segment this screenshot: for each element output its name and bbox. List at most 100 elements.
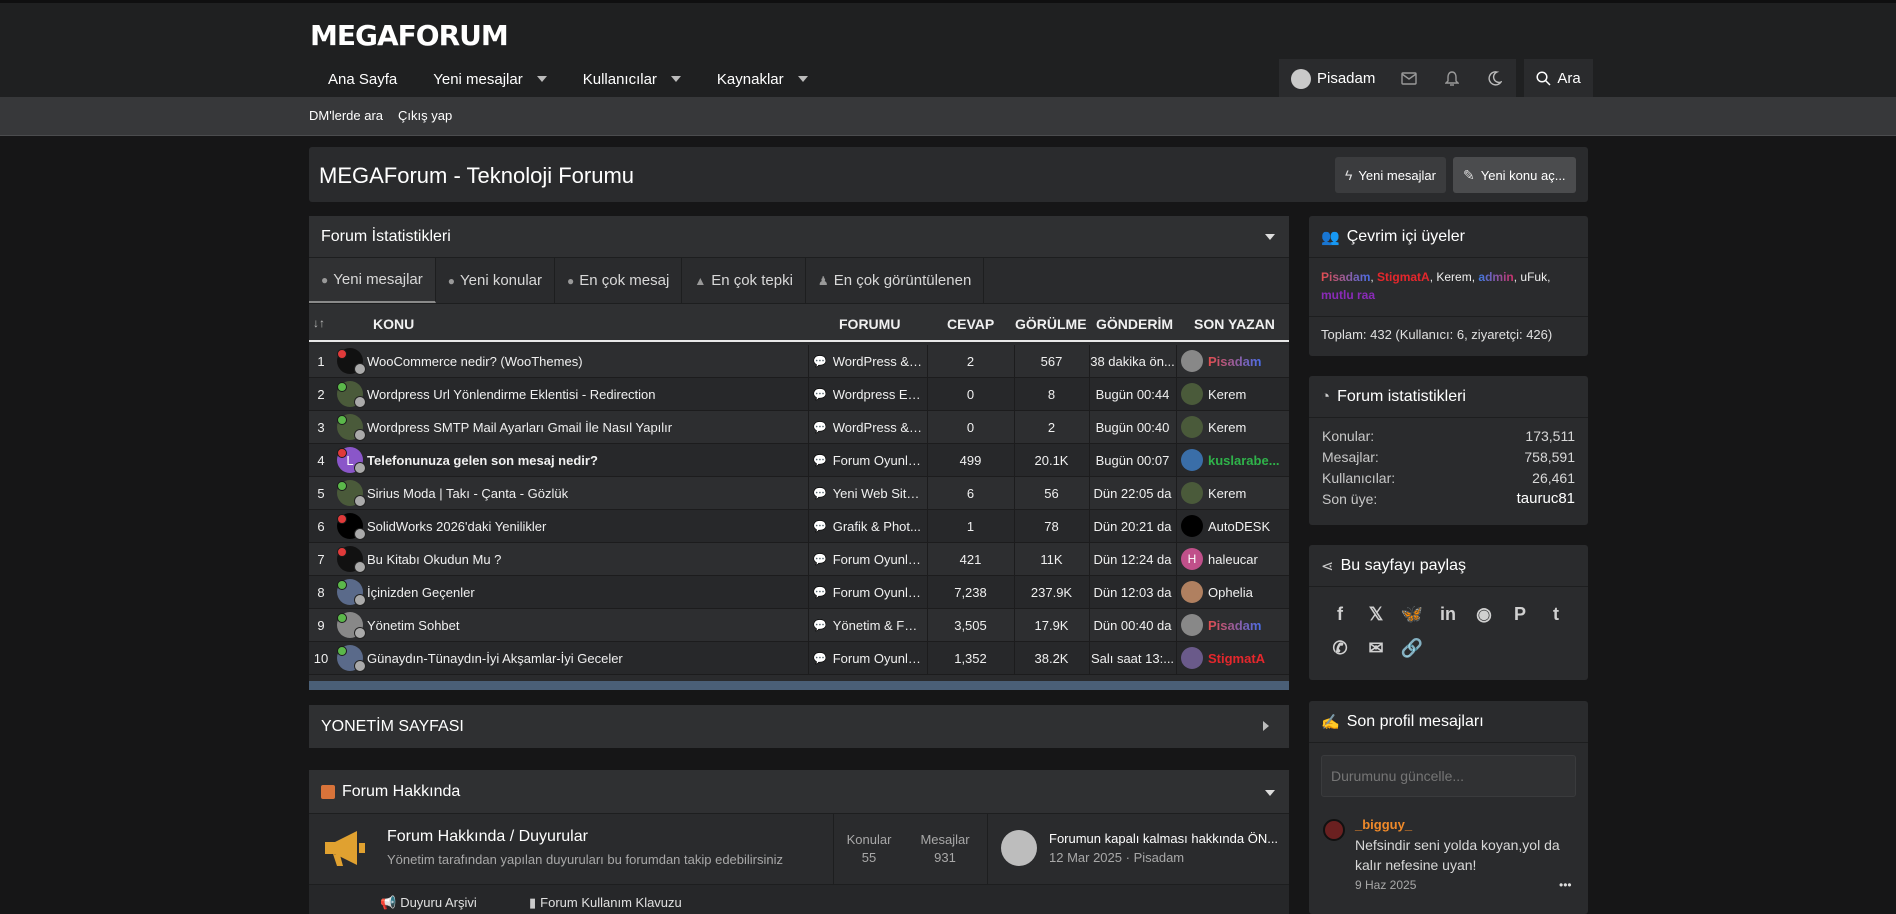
last-poster-avatar[interactable] <box>1181 482 1203 504</box>
stats-tab-0[interactable]: ● Yeni mesajlar <box>309 258 436 303</box>
nav-item-0[interactable]: Ana Sayfa <box>310 61 415 97</box>
last-post-user[interactable]: Pisadam <box>1134 850 1185 865</box>
thread-forum[interactable]: 💬 WordPress & ... <box>808 411 926 443</box>
thread-title[interactable]: Yönetim Sohbet <box>367 609 807 641</box>
last-poster-avatar[interactable] <box>1181 515 1203 537</box>
last-poster-avatar[interactable]: H <box>1181 548 1203 570</box>
last-post-title[interactable]: Forumun kapalı kalması hakkında ÖN... <box>1049 831 1278 846</box>
thread-avatar[interactable] <box>334 345 367 377</box>
site-logo[interactable]: MEGAFORUM <box>310 19 509 52</box>
sort-icon[interactable]: ↓↑ <box>313 316 325 330</box>
thread-avatar[interactable] <box>334 477 367 509</box>
table-row[interactable]: 10 Günaydın-Tünaydın-İyi Akşamlar-İyi Gec… <box>309 642 1289 675</box>
subforum-link-1[interactable]: 📢 Duyuru Arşivi <box>380 895 477 911</box>
thread-title[interactable]: İçinizden Geçenler <box>367 576 807 608</box>
nav-item-1[interactable]: Yeni mesajlar <box>415 61 565 97</box>
last-poster-name[interactable]: Ophelia <box>1208 585 1253 600</box>
stats-tab-3[interactable]: ▲ En çok tepki <box>682 258 806 303</box>
thread-forum[interactable]: 💬 Forum Oyunları <box>808 543 926 575</box>
last-poster[interactable]: AutoDESK <box>1176 510 1288 542</box>
new-posts-button[interactable]: ϟ Yeni mesajlar <box>1335 157 1446 193</box>
thread-avatar[interactable] <box>334 378 367 410</box>
thread-avatar[interactable] <box>334 609 367 641</box>
new-thread-button[interactable]: ✎ Yeni konu aç... <box>1453 157 1576 193</box>
thread-forum[interactable]: 💬 Grafik & Phot... <box>808 510 926 542</box>
table-row[interactable]: 3 Wordpress SMTP Mail Ayarları Gmail İle … <box>309 411 1289 444</box>
more-options-icon[interactable]: ••• <box>1559 878 1572 892</box>
inbox-icon[interactable] <box>1387 59 1430 98</box>
last-poster[interactable]: Ophelia <box>1176 576 1288 608</box>
collapse-icon[interactable] <box>1265 790 1275 796</box>
thread-avatar[interactable] <box>334 510 367 542</box>
forum-hakkinda-header[interactable]: Forum Hakkında <box>309 770 1289 814</box>
last-poster[interactable]: StigmatA <box>1176 642 1288 674</box>
last-poster-avatar[interactable] <box>1181 647 1203 669</box>
online-user[interactable]: Kerem <box>1436 270 1471 284</box>
last-poster[interactable]: kuslarabe... <box>1176 444 1288 476</box>
nav-item-2[interactable]: Kullanıcılar <box>565 61 699 97</box>
table-row[interactable]: 6 SolidWorks 2026'daki Yenilikler 💬 Grafik … <box>309 510 1289 543</box>
email-icon[interactable]: ✉ <box>1358 631 1394 665</box>
last-poster-avatar[interactable] <box>1181 449 1203 471</box>
last-poster-name[interactable]: AutoDESK <box>1208 519 1270 534</box>
thread-forum[interactable]: 💬 Yönetim & For... <box>808 609 926 641</box>
yonetim-panel[interactable]: YONETİM SAYFASI <box>309 705 1289 748</box>
online-user[interactable]: mutlu raa <box>1321 288 1375 302</box>
reddit-icon[interactable]: ◉ <box>1466 597 1502 631</box>
chevron-down-icon[interactable] <box>670 76 681 82</box>
forum-stats-header[interactable]: Forum İstatistikleri <box>309 216 1289 258</box>
thread-title[interactable]: Günaydın-Tünaydın-İyi Akşamlar-İyi Gecel… <box>367 642 807 674</box>
last-poster[interactable]: Kerem <box>1176 411 1288 443</box>
last-poster[interactable]: Kerem <box>1176 477 1288 509</box>
collapse-icon[interactable] <box>1265 234 1275 240</box>
nav-item-3[interactable]: Kaynaklar <box>699 61 826 97</box>
last-poster-name[interactable]: haleucar <box>1208 552 1258 567</box>
thread-forum[interactable]: 💬 Forum Oyunları <box>808 576 926 608</box>
profile-post-user[interactable]: _bigguy_ <box>1355 817 1412 832</box>
thread-forum[interactable]: 💬 Forum Oyunları <box>808 444 926 476</box>
table-row[interactable]: 9 Yönetim Sohbet 💬 Yönetim & For... 3,505 17.… <box>309 609 1289 642</box>
thread-avatar[interactable] <box>334 543 367 575</box>
x-icon[interactable]: 𝕏 <box>1358 597 1394 631</box>
last-poster-name[interactable]: Kerem <box>1208 420 1246 435</box>
thread-title[interactable]: Bu Kitabı Okudun Mu ? <box>367 543 807 575</box>
last-poster-avatar[interactable] <box>1181 383 1203 405</box>
table-row[interactable]: 8 İçinizden Geçenler 💬 Forum Oyunları 7,238 2… <box>309 576 1289 609</box>
thread-forum[interactable]: 💬 Yeni Web Sitel... <box>808 477 926 509</box>
stats-tab-1[interactable]: ● Yeni konular <box>436 258 556 303</box>
search-button[interactable]: Ara <box>1524 59 1592 98</box>
thread-title[interactable]: SolidWorks 2026'daki Yenilikler <box>367 510 807 542</box>
last-poster[interactable]: Pisadam <box>1176 609 1288 641</box>
whatsapp-icon[interactable]: ✆ <box>1322 631 1358 665</box>
yonetim-header[interactable]: YONETİM SAYFASI <box>309 705 1289 748</box>
linkedin-icon[interactable]: in <box>1430 597 1466 631</box>
thread-forum[interactable]: 💬 Wordpress Ekl... <box>808 378 926 410</box>
thread-forum[interactable]: 💬 WordPress & ... <box>808 345 926 377</box>
table-row[interactable]: 1 WooCommerce nedir? (WooThemes) 💬 WordPres… <box>309 345 1289 378</box>
bluesky-icon[interactable]: 🦋 <box>1394 597 1430 631</box>
last-poster-avatar[interactable] <box>1181 350 1203 372</box>
last-poster-name[interactable]: Kerem <box>1208 387 1246 402</box>
dm-search-link[interactable]: DM'lerde ara <box>309 108 383 123</box>
profile-post-avatar[interactable] <box>1323 819 1345 841</box>
thread-title[interactable]: Sirius Moda | Takı - Çanta - Gözlük <box>367 477 807 509</box>
chevron-down-icon[interactable] <box>797 76 808 82</box>
status-update-input[interactable] <box>1321 755 1576 797</box>
thread-title[interactable]: Wordpress SMTP Mail Ayarları Gmail İle N… <box>367 411 807 443</box>
last-poster-name[interactable]: Pisadam <box>1208 354 1261 369</box>
table-row[interactable]: 7 Bu Kitabı Okudun Mu ? 💬 Forum Oyunları 421… <box>309 543 1289 576</box>
user-menu[interactable]: Pisadam <box>1279 59 1387 98</box>
thread-title[interactable]: Telefonunuza gelen son mesaj nedir? <box>367 444 807 476</box>
subforum-link-2[interactable]: ▮ Forum Kullanım Klavuzu <box>529 895 682 911</box>
bell-icon[interactable] <box>1430 59 1473 98</box>
online-user[interactable]: admin <box>1478 270 1513 284</box>
last-poster[interactable]: Hhaleucar <box>1176 543 1288 575</box>
stats-tab-4[interactable]: ♟ En çok görüntülenen <box>806 258 985 303</box>
last-poster-name[interactable]: StigmatA <box>1208 651 1265 666</box>
last-poster-name[interactable]: kuslarabe... <box>1208 453 1280 468</box>
table-row[interactable]: 4 L Telefonunuza gelen son mesaj nedir? 💬 Fo… <box>309 444 1289 477</box>
link-icon[interactable]: 🔗 <box>1394 631 1430 665</box>
facebook-icon[interactable]: f <box>1322 597 1358 631</box>
moon-icon[interactable] <box>1473 59 1516 98</box>
last-poster-avatar[interactable] <box>1181 614 1203 636</box>
